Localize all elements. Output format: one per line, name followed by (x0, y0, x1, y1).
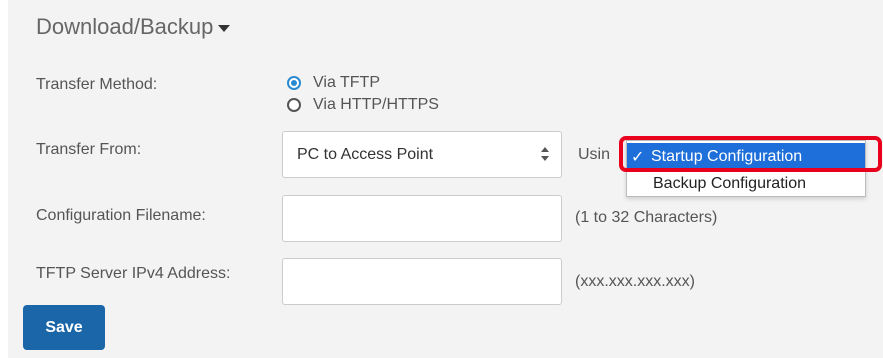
dropdown-option-label: Backup Configuration (653, 175, 806, 192)
transfer-from-selected-value: PC to Access Point (297, 145, 434, 163)
radio-via-http-https[interactable]: Via HTTP/HTTPS (287, 96, 439, 114)
save-button[interactable]: Save (23, 305, 105, 350)
section-title[interactable]: Download/Backup (36, 14, 213, 40)
radio-via-tftp[interactable]: Via TFTP (287, 74, 380, 92)
select-arrows-icon (541, 147, 549, 163)
radio-checked-icon[interactable] (287, 76, 301, 90)
transfer-method-label: Transfer Method: (36, 76, 158, 93)
using-label: Usin (578, 146, 611, 163)
tftp-server-input[interactable] (282, 258, 562, 305)
tftp-server-hint: (xxx.xxx.xxx.xxx) (575, 273, 695, 290)
config-filename-hint: (1 to 32 Characters) (575, 209, 718, 226)
dropdown-option-backup-configuration[interactable]: Backup Configuration (627, 170, 865, 198)
tftp-server-label: TFTP Server IPv4 Address: (36, 265, 231, 282)
radio-via-tftp-label[interactable]: Via TFTP (313, 74, 380, 92)
radio-via-http-https-label[interactable]: Via HTTP/HTTPS (313, 96, 439, 114)
transfer-from-label: Transfer From: (36, 141, 142, 158)
config-filename-input[interactable] (282, 195, 562, 242)
highlight-annotation (619, 136, 882, 172)
download-backup-panel: Download/Backup Transfer Method: Via TFT… (8, 0, 883, 358)
transfer-from-select[interactable]: PC to Access Point (282, 131, 562, 178)
radio-unchecked-icon[interactable] (287, 98, 301, 112)
section-header[interactable]: Download/Backup (36, 14, 231, 40)
chevron-down-icon[interactable] (218, 25, 231, 32)
config-filename-label: Configuration Filename: (36, 207, 206, 224)
